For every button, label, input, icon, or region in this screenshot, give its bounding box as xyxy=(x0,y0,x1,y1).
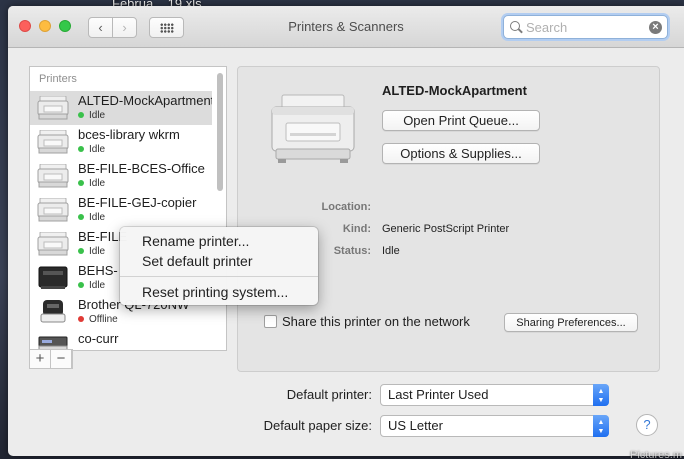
add-remove-bar: + − xyxy=(29,349,73,369)
printer-name-heading: ALTED-MockApartment xyxy=(382,83,527,98)
printer-name: co-curr xyxy=(78,331,119,346)
laser-printer-icon xyxy=(37,232,69,256)
printer-row[interactable]: bces-library wkrm Idle xyxy=(30,125,212,159)
clear-search-icon[interactable]: × xyxy=(649,21,662,34)
laser-printer-icon xyxy=(37,198,69,222)
search-input[interactable] xyxy=(526,19,646,35)
default-printer-label: Default printer: xyxy=(286,387,372,402)
status-dot-icon xyxy=(78,248,84,254)
kind-value: Generic PostScript Printer xyxy=(382,223,510,235)
status-dot-icon xyxy=(78,146,84,152)
printer-row[interactable]: ALTED-MockApartment Idle xyxy=(30,91,212,125)
paper-size-value: US Letter xyxy=(388,418,443,433)
printer-row[interactable]: co-curr xyxy=(30,329,212,350)
printer-name: BE-FILE-BCES-Office xyxy=(78,161,205,176)
printer-status: Idle xyxy=(78,178,105,189)
printer-status-text: Idle xyxy=(89,212,106,223)
status-dot-icon xyxy=(78,316,84,322)
status-value: Idle xyxy=(382,245,400,257)
context-menu: Rename printer... Set default printer Re… xyxy=(120,227,318,305)
location-label: Location: xyxy=(321,201,372,213)
printers-scanners-window: ‹ › Printers & Scanners × Printers ALTED… xyxy=(8,6,684,456)
printer-status: Idle xyxy=(78,144,105,155)
search-icon xyxy=(510,21,520,31)
laser-printer-icon xyxy=(271,94,355,163)
printer-row[interactable]: BE-FILE-BCES-Office Idle xyxy=(30,159,212,193)
printer-list-header: Printers xyxy=(39,73,77,85)
printer-status-text: Idle xyxy=(89,246,106,257)
search-field[interactable]: × xyxy=(503,15,668,39)
default-printer-select[interactable]: Last Printer Used ▲ ▼ xyxy=(380,384,609,406)
updown-arrows-icon: ▲ ▼ xyxy=(593,384,609,406)
printer-status: Idle xyxy=(78,110,105,121)
printer-status: Idle xyxy=(78,212,105,223)
printer-name: ALTED-MockApartment xyxy=(78,93,212,108)
label-printer-icon xyxy=(40,300,66,323)
printer-status-text: Idle xyxy=(89,178,106,189)
printer-rows: ALTED-MockApartment Idle bces-library wkrm… xyxy=(30,91,212,350)
menu-item-set-default-printer[interactable]: Set default printer xyxy=(120,251,318,271)
help-button[interactable]: ? xyxy=(636,414,658,436)
remove-printer-button[interactable]: − xyxy=(51,350,72,368)
printer-status: Idle xyxy=(78,246,105,257)
laser-printer-icon xyxy=(37,96,69,120)
scroll-thumb[interactable] xyxy=(217,73,223,191)
titlebar: ‹ › Printers & Scanners × xyxy=(8,6,684,48)
paper-size-label: Default paper size: xyxy=(263,418,372,433)
laser-printer-icon xyxy=(37,130,69,154)
printer-name: bces-library wkrm xyxy=(78,127,180,142)
status-dot-icon xyxy=(78,180,84,186)
status-dot-icon xyxy=(78,112,84,118)
sharing-preferences-button[interactable]: Sharing Preferences... xyxy=(504,313,638,332)
default-printer-value: Last Printer Used xyxy=(388,387,489,402)
menu-item-reset-printing-system[interactable]: Reset printing system... xyxy=(120,282,318,302)
add-printer-button[interactable]: + xyxy=(30,350,51,368)
paper-size-select[interactable]: US Letter ▲ ▼ xyxy=(380,415,609,437)
menu-separator xyxy=(120,276,318,277)
open-print-queue-button[interactable]: Open Print Queue... xyxy=(382,110,540,131)
menu-item-rename-printer[interactable]: Rename printer... xyxy=(120,231,318,251)
printer-row[interactable]: BE-FILE-GEJ-copier Idle xyxy=(30,193,212,227)
status-dot-icon xyxy=(78,282,84,288)
watermark-text: Pictures.m xyxy=(630,449,682,459)
black-printer-icon xyxy=(38,266,68,289)
printer-status-text: Idle xyxy=(89,110,106,121)
printer-list: Printers ALTED-MockApartment Idle bces-lib… xyxy=(29,66,227,351)
options-supplies-button[interactable]: Options & Supplies... xyxy=(382,143,540,164)
printer-status-text: Idle xyxy=(89,144,106,155)
printer-status: Offline xyxy=(78,314,118,325)
status-dot-icon xyxy=(78,214,84,220)
printer-name: BE-FILE-GEJ-copier xyxy=(78,195,197,210)
share-printer-checkbox[interactable] xyxy=(264,315,277,328)
share-printer-label[interactable]: Share this printer on the network xyxy=(282,314,470,329)
printer-status-text: Idle xyxy=(89,280,106,291)
printer-status-text: Offline xyxy=(89,314,118,325)
printer-details-panel: ALTED-MockApartment Open Print Queue... … xyxy=(237,66,660,372)
list-scrollbar[interactable] xyxy=(214,69,225,349)
printer-status: Idle xyxy=(78,280,105,291)
laser-printer-icon xyxy=(37,164,69,188)
updown-arrows-icon: ▲ ▼ xyxy=(593,415,609,437)
